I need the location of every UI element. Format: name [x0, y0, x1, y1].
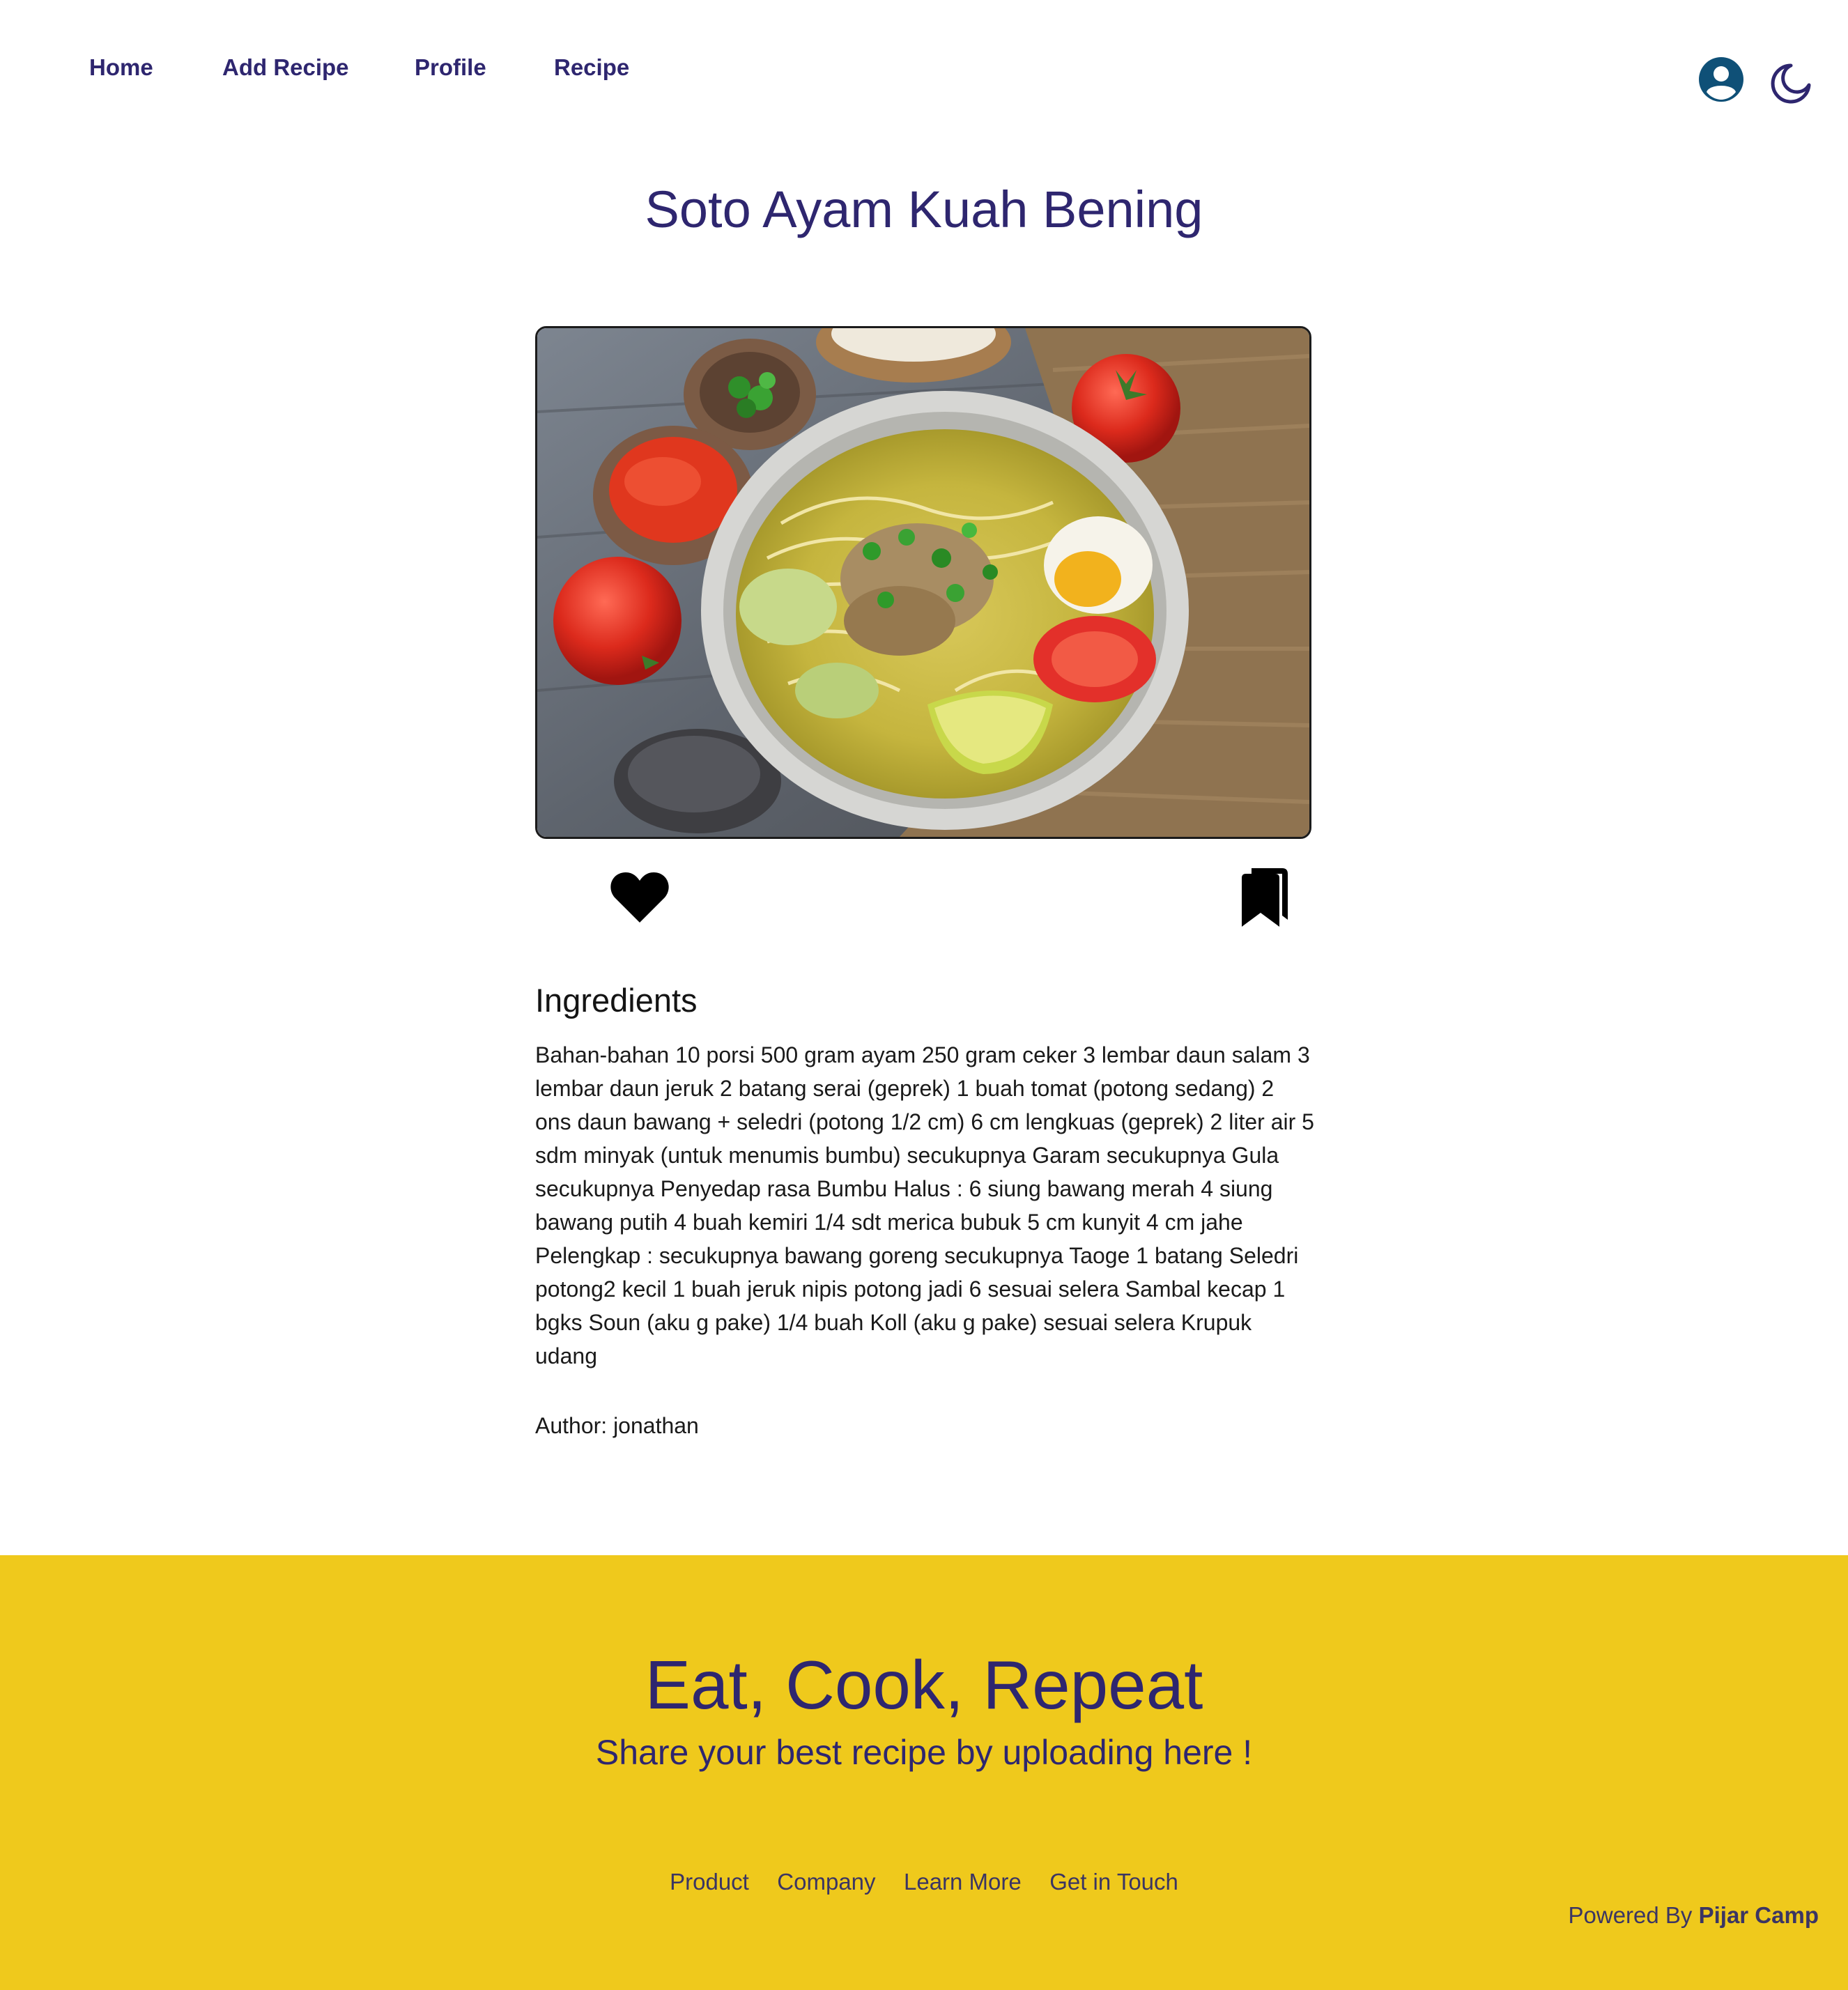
heart-icon[interactable]	[609, 870, 670, 925]
footer-link-learn-more[interactable]: Learn More	[904, 1869, 1022, 1895]
footer-links: Product Company Learn More Get in Touch	[0, 1869, 1848, 1895]
footer-link-product[interactable]: Product	[670, 1869, 749, 1895]
ingredients-text: Bahan-bahan 10 porsi 500 gram ayam 250 g…	[535, 1042, 1314, 1368]
footer-link-get-in-touch[interactable]: Get in Touch	[1049, 1869, 1178, 1895]
footer-title: Eat, Cook, Repeat	[645, 1646, 1203, 1723]
moon-icon[interactable]	[1770, 61, 1813, 105]
powered-by-brand: Pijar Camp	[1698, 1902, 1819, 1928]
recipe-author: Author: jonathan	[535, 1413, 699, 1438]
recipe-title: Soto Ayam Kuah Bening	[645, 180, 1203, 238]
footer: Eat, Cook, Repeat Share your best recipe…	[0, 1555, 1848, 1990]
bookmarks-icon[interactable]	[1240, 868, 1288, 927]
ingredients-heading: Ingredients	[535, 982, 698, 1019]
navbar: Home Add Recipe Profile Recipe	[0, 0, 1848, 160]
footer-link-company[interactable]: Company	[777, 1869, 875, 1895]
nav-recipe-link[interactable]: Recipe	[554, 54, 629, 81]
recipe-photo	[535, 326, 1311, 839]
nav-home-link[interactable]: Home	[89, 54, 153, 81]
footer-subtitle: Share your best recipe by uploading here…	[595, 1733, 1253, 1772]
user-circle-icon[interactable]	[1697, 56, 1745, 103]
powered-by-prefix: Powered By	[1568, 1902, 1699, 1928]
nav-add-recipe-link[interactable]: Add Recipe	[222, 54, 349, 81]
nav-profile-link[interactable]: Profile	[415, 54, 486, 81]
powered-by: Powered By Pijar Camp	[1569, 1902, 1819, 1929]
